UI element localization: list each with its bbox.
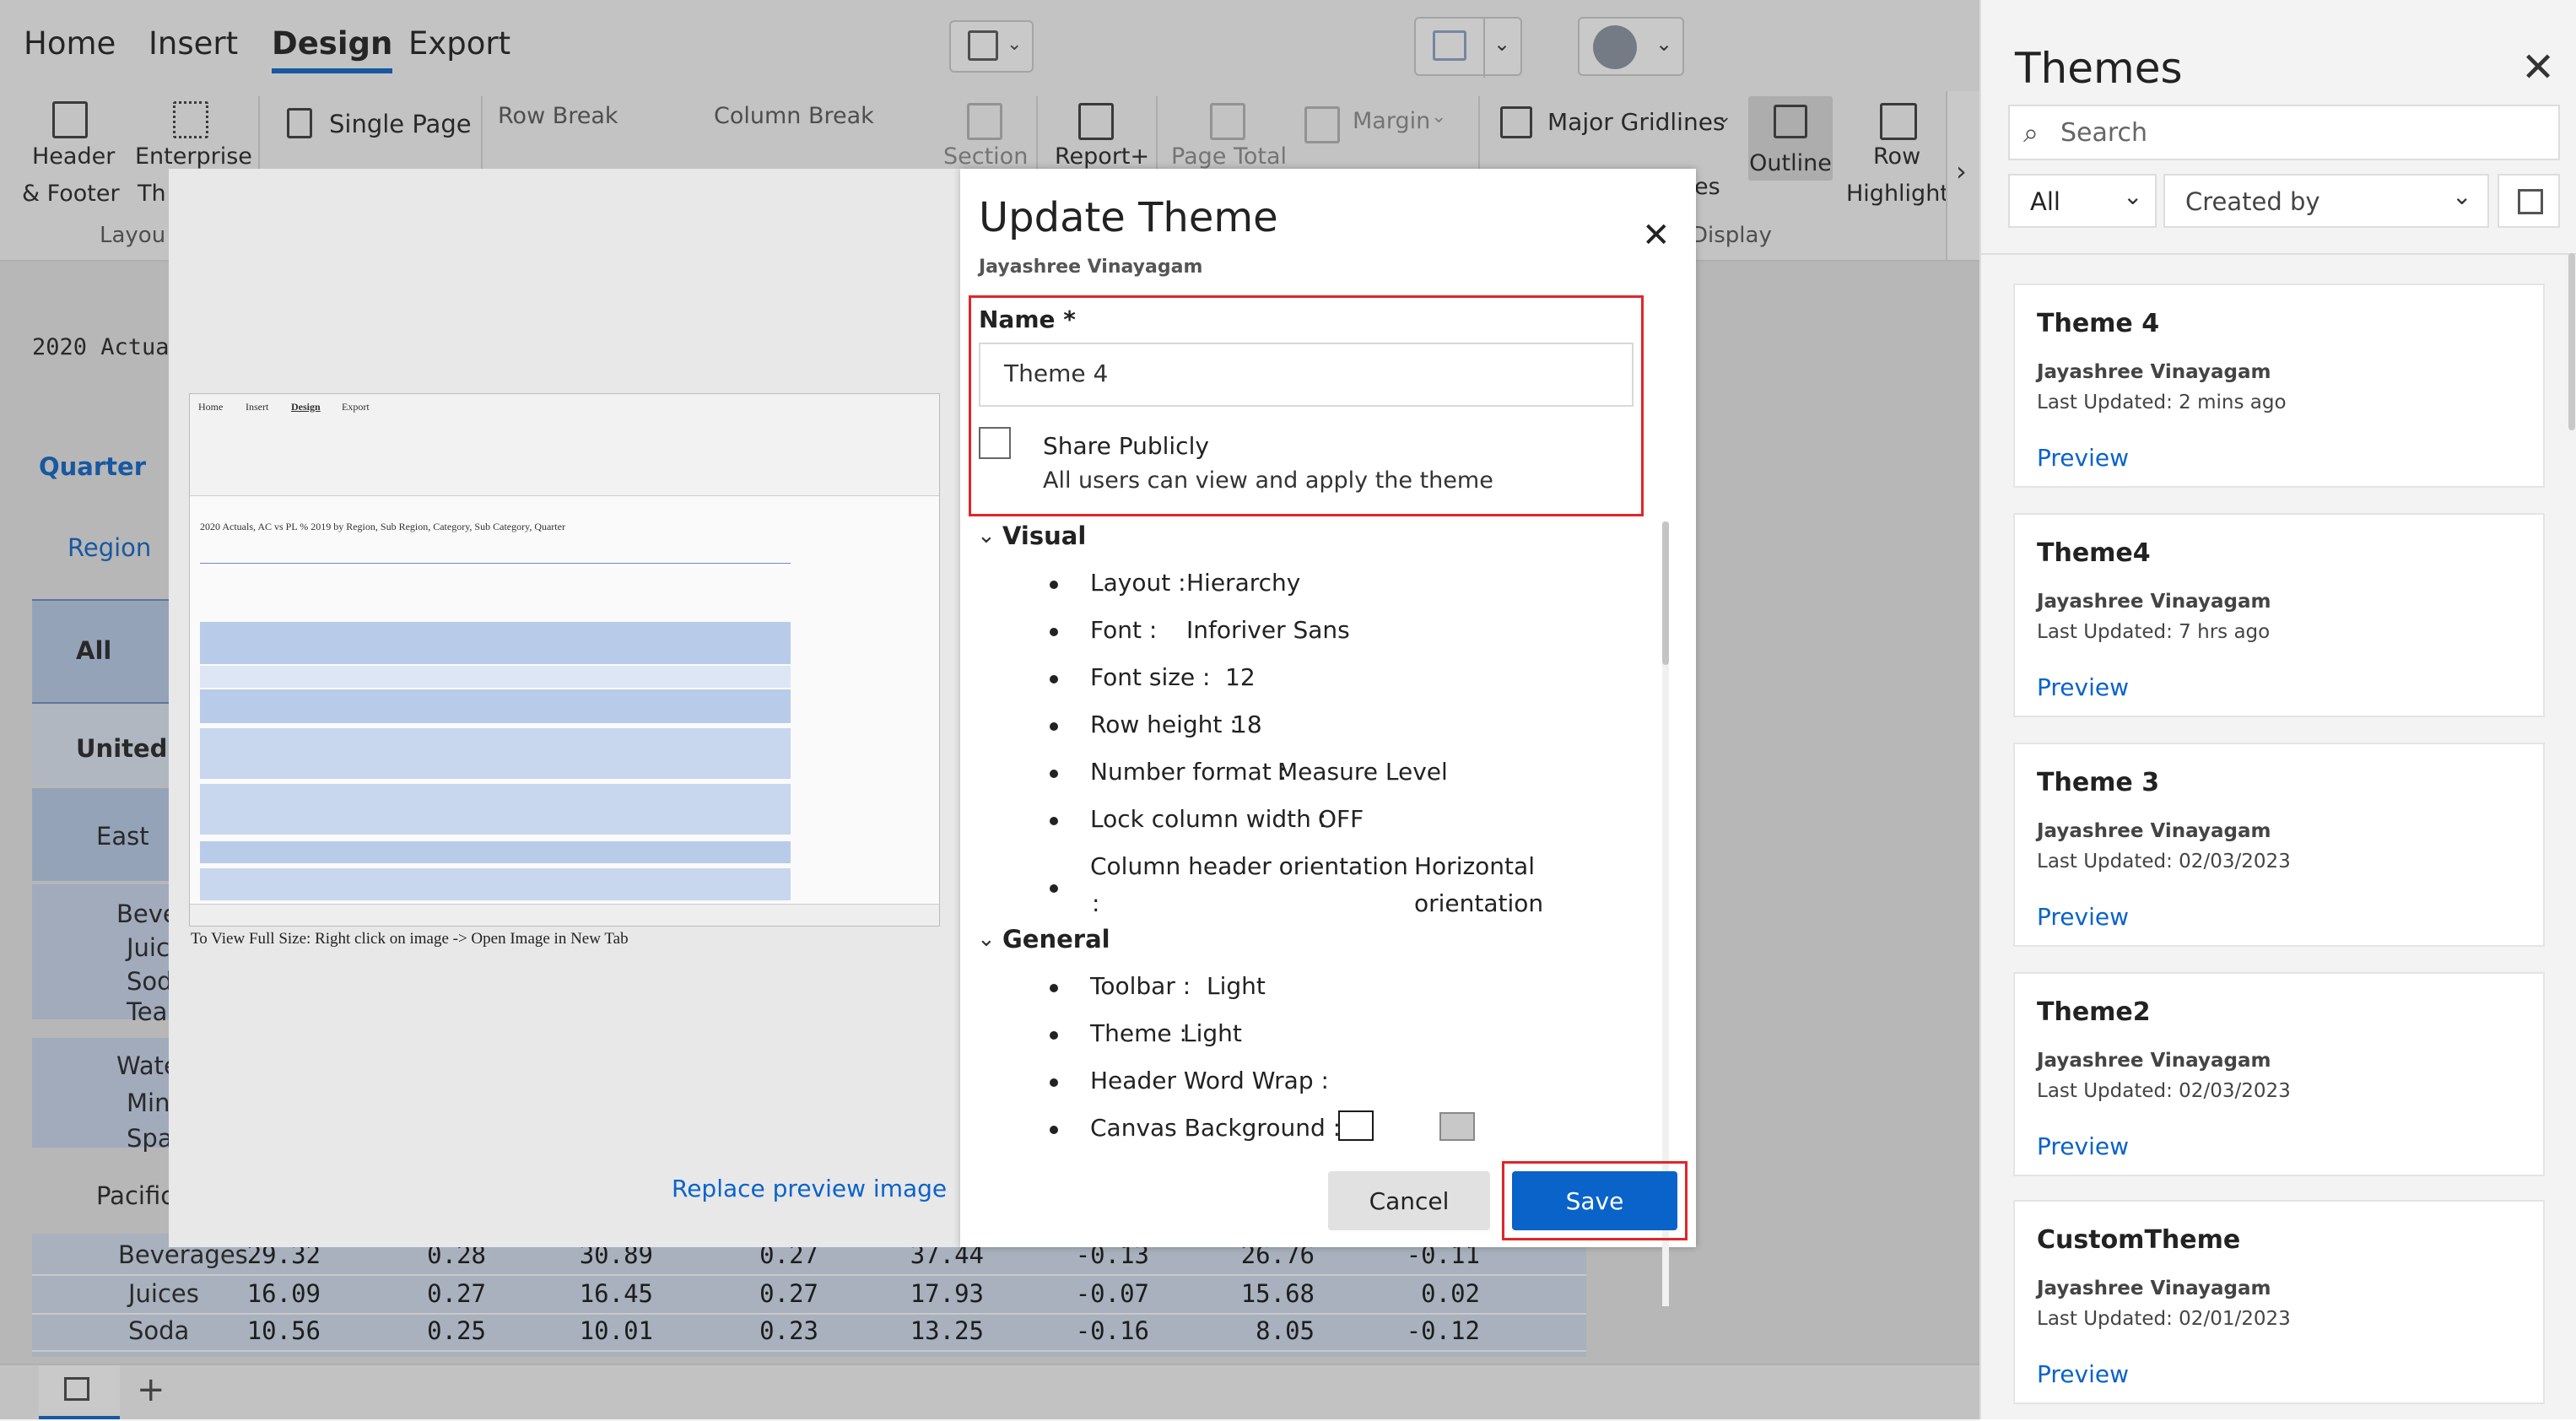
general-setting-key: Canvas Background :: [1090, 1114, 1342, 1142]
theme-card-name: Theme2: [2037, 997, 2151, 1027]
search-icon: ⌕: [2023, 116, 2039, 149]
theme-card-author: Jayashree Vinayagam: [2037, 361, 2271, 383]
visual-setting-value: Inforiver Sans: [1186, 616, 1350, 644]
preview-note: To View Full Size: Right click on image …: [191, 930, 629, 948]
theme-card-updated: Last Updated: 02/01/2023: [2037, 1308, 2291, 1330]
update-theme-dialog: Update Theme Jayashree Vinayagam ✕ Name …: [960, 169, 1696, 1306]
filter-created-by-value: Created by: [2185, 187, 2320, 216]
calendar-filter-button[interactable]: [2498, 174, 2560, 228]
visual-setting-value: Hierarchy: [1186, 569, 1301, 597]
theme-card[interactable]: Theme 3 Jayashree Vinayagam Last Updated: …: [2013, 743, 2545, 947]
preview-link[interactable]: Preview: [2037, 444, 2129, 472]
scrollbar-thumb[interactable]: [1662, 521, 1669, 665]
theme-card-author: Jayashree Vinayagam: [2037, 1278, 2271, 1299]
filter-created-by-dropdown[interactable]: Created by ⌄: [2163, 174, 2489, 228]
themes-pane-title: Themes: [2015, 44, 2183, 93]
save-button[interactable]: Save: [1512, 1171, 1677, 1230]
visual-setting-key: Number format :: [1090, 758, 1288, 786]
general-setting-key: Toolbar :: [1090, 972, 1191, 1000]
dialog-title: Update Theme: [979, 194, 1278, 241]
col-header-value-1: Horizontal: [1414, 852, 1535, 880]
share-publicly-checkbox[interactable]: [979, 427, 1011, 459]
visual-setting-value: Measure Level: [1277, 758, 1448, 786]
visual-setting-key: Layout :: [1090, 569, 1186, 597]
general-setting-key: Header Word Wrap :: [1090, 1067, 1329, 1094]
chevron-down-icon: ⌄: [2123, 182, 2143, 210]
cancel-button[interactable]: Cancel: [1328, 1171, 1490, 1230]
theme-card-author: Jayashree Vinayagam: [2037, 820, 2271, 842]
share-publicly-desc: All users can view and apply the theme: [1043, 467, 1493, 494]
theme-card-name: Theme 3: [2037, 768, 2160, 797]
calendar-icon: [2518, 189, 2543, 214]
filter-all-value: All: [2030, 187, 2060, 216]
col-header-key-1: Column header orientation: [1090, 852, 1408, 880]
theme-card-name: Theme 4: [2037, 309, 2160, 338]
visual-setting-key: Font size :: [1090, 663, 1211, 691]
preview-sheet-bar: [190, 904, 939, 926]
close-icon[interactable]: ✕: [2521, 44, 2555, 91]
chevron-down-icon[interactable]: ⌄: [977, 927, 996, 952]
visual-setting-value: 12: [1225, 663, 1256, 691]
preview-image[interactable]: Home Insert Design Export 2020 Actuals, …: [189, 393, 940, 927]
theme-name-input[interactable]: Theme 4: [979, 343, 1634, 407]
search-placeholder: Search: [2060, 118, 2148, 148]
preview-link[interactable]: Preview: [2037, 673, 2129, 701]
pane-scrollbar-thumb[interactable]: [2568, 253, 2575, 430]
canvas-bg-color-swatch-2[interactable]: [1439, 1112, 1475, 1141]
chevron-down-icon: ⌄: [2452, 182, 2472, 210]
canvas-bg-color-swatch[interactable]: [1338, 1110, 1374, 1141]
col-header-key-2: :: [1092, 889, 1100, 917]
theme-card-name: Theme4: [2037, 538, 2151, 568]
theme-card-updated: Last Updated: 2 mins ago: [2037, 392, 2287, 413]
close-icon[interactable]: ✕: [1642, 216, 1671, 255]
themes-pane: Themes ✕ ⌕ Search All ⌄ Created by ⌄ The…: [1979, 0, 2576, 1419]
theme-card[interactable]: Theme2 Jayashree Vinayagam Last Updated: 0…: [2013, 972, 2545, 1176]
visual-setting-key: Lock column width :: [1090, 805, 1327, 833]
general-setting-value: Light: [1183, 1019, 1242, 1047]
theme-card-author: Jayashree Vinayagam: [2037, 1050, 2271, 1072]
visual-setting-key: Font :: [1090, 616, 1158, 644]
share-publicly-label: Share Publicly: [1043, 432, 1209, 460]
preview-table: [200, 563, 791, 900]
filter-all-dropdown[interactable]: All ⌄: [2008, 174, 2157, 228]
theme-card-updated: Last Updated: 02/03/2023: [2037, 851, 2291, 873]
theme-card-name: CustomTheme: [2037, 1225, 2241, 1255]
general-setting-key: Theme :: [1090, 1019, 1187, 1047]
theme-preview-panel: Home Insert Design Export 2020 Actuals, …: [169, 169, 960, 1247]
visual-setting-value: OFF: [1318, 805, 1364, 833]
theme-card-updated: Last Updated: 7 hrs ago: [2037, 621, 2271, 643]
col-header-value-2: orientation: [1414, 889, 1544, 917]
theme-card[interactable]: Theme4 Jayashree Vinayagam Last Updated: 7…: [2013, 513, 2545, 717]
visual-section-label[interactable]: Visual: [1002, 521, 1086, 550]
theme-card[interactable]: Theme 4 Jayashree Vinayagam Last Updated: …: [2013, 284, 2545, 488]
theme-name-value: Theme 4: [1004, 359, 1109, 387]
theme-card-updated: Last Updated: 02/03/2023: [2037, 1080, 2291, 1102]
preview-link[interactable]: Preview: [2037, 1132, 2129, 1160]
name-label: Name *: [979, 305, 1076, 333]
theme-card-author: Jayashree Vinayagam: [2037, 591, 2271, 613]
theme-search-input[interactable]: ⌕ Search: [2008, 105, 2560, 160]
replace-preview-link[interactable]: Replace preview image: [672, 1175, 947, 1202]
theme-card[interactable]: CustomTheme Jayashree Vinayagam Last Updat…: [2013, 1200, 2545, 1404]
general-setting-value: Light: [1207, 972, 1266, 1000]
visual-setting-value: 18: [1232, 710, 1262, 738]
preview-link[interactable]: Preview: [2037, 1360, 2129, 1388]
preview-link[interactable]: Preview: [2037, 903, 2129, 931]
dialog-author: Jayashree Vinayagam: [979, 257, 1203, 278]
chevron-down-icon[interactable]: ⌄: [977, 523, 996, 548]
visual-setting-key: Row height :: [1090, 710, 1238, 738]
general-section-label[interactable]: General: [1002, 925, 1110, 954]
